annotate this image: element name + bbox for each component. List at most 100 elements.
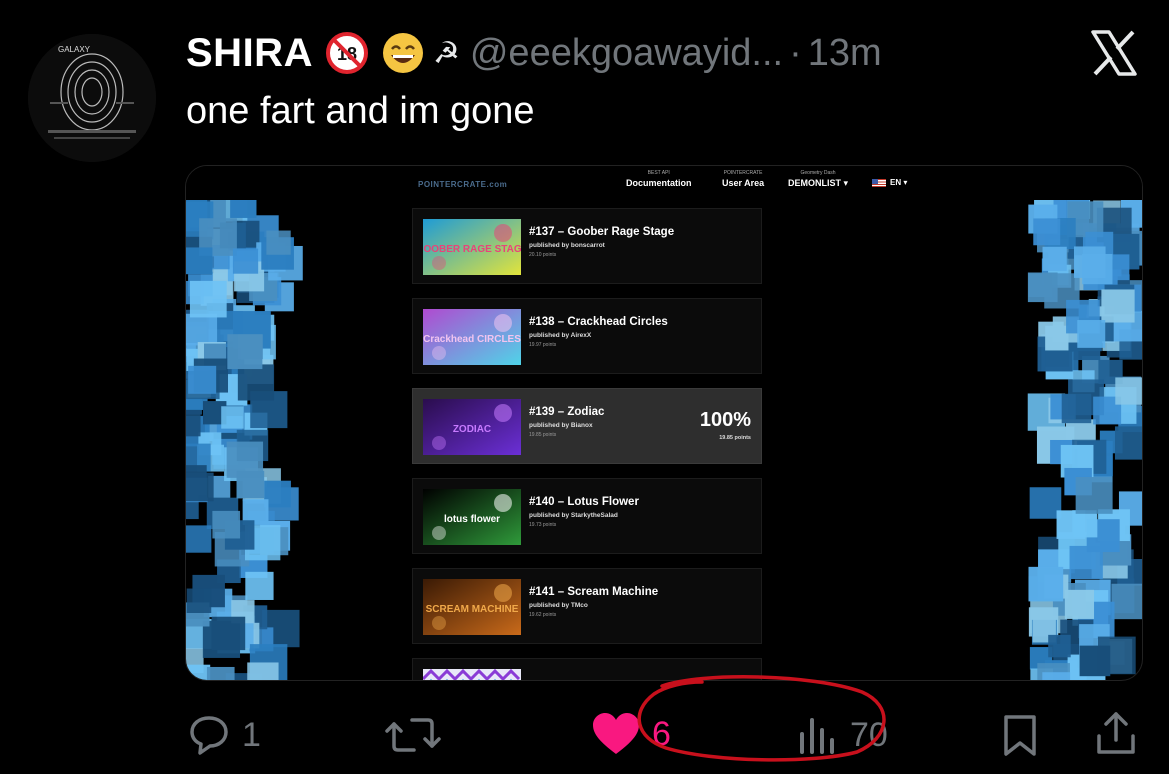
pattern-square <box>1097 636 1136 675</box>
analytics-icon <box>800 718 834 754</box>
level-thumbnail-text: Crackhead CIRCLES <box>423 334 521 345</box>
pattern-square <box>230 200 257 218</box>
level-title[interactable]: #139 – Zodiac <box>529 406 604 418</box>
pattern-square <box>1101 289 1135 323</box>
tweet-media[interactable]: POINTERCRATE.com BEST API Documentation … <box>185 165 1143 681</box>
pattern-square <box>186 472 214 502</box>
nav-documentation[interactable]: BEST API Documentation <box>626 170 692 189</box>
nav-documentation-label: Documentation <box>626 178 692 188</box>
pattern-square <box>186 664 211 680</box>
share-icon <box>1097 712 1135 754</box>
left-background-pattern <box>186 200 306 680</box>
pattern-square <box>1073 513 1098 538</box>
level-title[interactable]: #138 – Crackhead Circles <box>529 316 668 328</box>
tweet-header: SHIRA 18 ☭ @eeekgoawayid... · 13m <box>186 26 882 80</box>
pattern-square <box>1028 566 1064 602</box>
level-publisher: published by bonscarrot <box>529 242 605 249</box>
level-publisher: published by TMco <box>529 602 588 609</box>
level-points: 19.85 points <box>529 432 557 438</box>
display-name[interactable]: SHIRA <box>186 31 313 76</box>
nav-documentation-sub: BEST API <box>647 170 670 176</box>
timestamp[interactable]: 13m <box>808 32 882 75</box>
pattern-square <box>266 230 291 255</box>
level-card[interactable]: lotus flower #140 – Lotus Flower published… <box>412 478 762 554</box>
level-card[interactable]: GOOBER RAGE STAGE #137 – Goober Rage Stag… <box>412 208 762 284</box>
level-points: 19.73 points <box>529 522 557 528</box>
pattern-square <box>186 588 212 613</box>
pattern-square <box>1048 634 1071 658</box>
bookmark-icon <box>1004 715 1036 756</box>
level-publisher: published by StarkytheSalad <box>529 512 618 519</box>
tweet-text: one fart and im gone <box>186 90 535 132</box>
like-count: 6 <box>652 714 671 753</box>
nav-demonlist-sub: Geometry Dash <box>800 170 836 176</box>
level-title[interactable]: #137 – Goober Rage Stage <box>529 226 674 238</box>
handle[interactable]: @eeekgoawayid... <box>470 32 783 75</box>
pattern-square <box>186 525 212 553</box>
pattern-square <box>186 313 218 346</box>
hammer-and-sickle-icon: ☭ <box>432 36 460 70</box>
level-title[interactable]: #140 – Lotus Flower <box>529 496 639 508</box>
separator: · <box>789 31 802 74</box>
level-card-partial[interactable] <box>412 658 762 680</box>
level-card[interactable]: Crackhead CIRCLES #138 – Crackhead Circle… <box>412 298 762 374</box>
pattern-square <box>186 409 201 437</box>
site-navbar: POINTERCRATE.com BEST API Documentation … <box>186 166 1142 200</box>
retweet-button[interactable] <box>384 712 452 758</box>
pattern-square <box>189 280 227 318</box>
pattern-square <box>237 364 275 401</box>
pattern-square <box>1033 218 1061 246</box>
like-button[interactable]: 6 <box>590 710 671 758</box>
us-flag-icon <box>872 178 886 187</box>
level-thumbnail <box>423 669 521 680</box>
level-thumbnail-text: SCREAM MACHINE <box>426 604 519 615</box>
level-thumbnail-text: ZODIAC <box>453 424 491 435</box>
nav-demonlist[interactable]: Geometry Dash DEMONLIST ▾ <box>788 170 848 189</box>
level-publisher: published by Bianox <box>529 422 593 429</box>
views-button[interactable]: 70 <box>796 712 888 758</box>
pattern-square <box>1073 246 1106 278</box>
level-title[interactable]: #141 – Scream Machine <box>529 586 658 598</box>
level-thumbnail: lotus flower <box>423 489 521 545</box>
level-publisher: published by AirexX <box>529 332 592 339</box>
nav-user-area-label: User Area <box>722 178 765 188</box>
language-label: EN ▾ <box>890 178 908 187</box>
pattern-square <box>1042 246 1067 271</box>
level-card[interactable]: ZODIAC #139 – Zodiac published by Bianox 19… <box>412 388 762 464</box>
pattern-square <box>221 406 244 429</box>
action-bar: 1 6 70 <box>0 700 1169 774</box>
pattern-square <box>1115 377 1142 405</box>
avatar[interactable]: GALAXY <box>28 34 156 162</box>
level-thumbnail: ZODIAC <box>423 399 521 455</box>
pattern-square <box>1075 476 1113 514</box>
nav-user-area[interactable]: POINTERCRATE User Area <box>722 170 764 189</box>
completion-points: 19.85 points <box>719 435 751 441</box>
reply-count: 1 <box>242 715 261 754</box>
pattern-square <box>211 616 246 651</box>
bookmark-button[interactable] <box>1000 712 1040 758</box>
right-background-pattern <box>1022 200 1142 680</box>
avatar-text: GALAXY <box>58 45 91 54</box>
level-card[interactable]: SCREAM MACHINE #141 – Scream Machine publi… <box>412 568 762 644</box>
level-points: 19.97 points <box>529 342 557 348</box>
level-thumbnail: SCREAM MACHINE <box>423 579 521 635</box>
pattern-square <box>226 441 264 478</box>
pattern-square <box>232 248 259 274</box>
pattern-square <box>245 571 274 600</box>
view-count: 70 <box>850 715 888 754</box>
share-button[interactable] <box>1094 710 1138 758</box>
pattern-square <box>247 662 279 680</box>
language-selector[interactable]: EN ▾ <box>872 178 907 187</box>
pattern-square <box>227 334 263 370</box>
level-thumbnail: GOOBER RAGE STAGE <box>423 219 521 275</box>
pattern-square <box>1042 672 1071 680</box>
x-logo-icon[interactable] <box>1089 28 1139 78</box>
pattern-square <box>1111 583 1142 620</box>
reply-button[interactable]: 1 <box>186 712 261 758</box>
level-thumbnail-text: GOOBER RAGE STAGE <box>423 244 521 255</box>
pattern-square <box>206 666 235 680</box>
completion-percent: 100% <box>699 409 751 431</box>
pattern-square <box>1061 393 1092 424</box>
nav-demonlist-label: DEMONLIST ▾ <box>788 178 849 188</box>
nav-user-area-sub: POINTERCRATE <box>723 170 763 176</box>
